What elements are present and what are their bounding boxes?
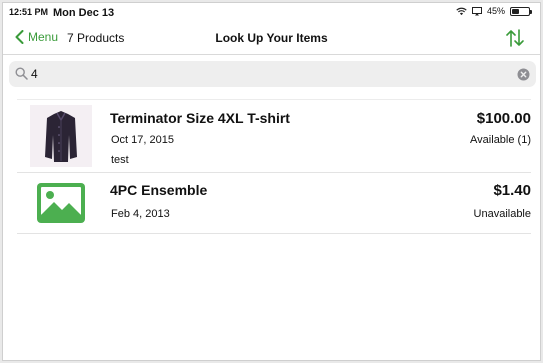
page-title: Look Up Your Items <box>215 31 328 45</box>
item-thumbnail <box>30 182 92 226</box>
item-availability: Available (1) <box>470 134 531 146</box>
list-item[interactable]: Terminator Size 4XL T-shirt Oct 17, 2015… <box>17 99 531 173</box>
item-availability: Unavailable <box>473 208 531 220</box>
battery-icon <box>510 6 532 16</box>
search-icon <box>15 67 28 80</box>
wifi-icon <box>456 7 467 15</box>
item-name: Terminator Size 4XL T-shirt <box>110 110 290 126</box>
item-price: $1.40 <box>493 182 531 199</box>
screen-mirroring-icon <box>471 6 482 15</box>
status-bar: 12:51 PM Mon Dec 13 45% <box>3 3 540 21</box>
status-time: 12:51 PM <box>9 7 49 17</box>
image-placeholder-icon <box>37 183 85 223</box>
app-window: 12:51 PM Mon Dec 13 45% Menu 7 Products … <box>2 2 541 361</box>
item-date: Feb 4, 2013 <box>111 208 170 220</box>
search-input[interactable] <box>31 64 511 84</box>
status-date: Mon Dec 13 <box>53 7 115 19</box>
sort-icon[interactable] <box>504 28 526 48</box>
clear-search-icon[interactable] <box>517 68 530 81</box>
item-note: test <box>111 154 129 166</box>
search-bar <box>9 61 536 87</box>
list-item[interactable]: 4PC Ensemble Feb 4, 2013 $1.40 Unavailab… <box>17 173 531 234</box>
item-name: 4PC Ensemble <box>110 182 208 198</box>
item-thumbnail <box>30 105 92 167</box>
item-list: Terminator Size 4XL T-shirt Oct 17, 2015… <box>17 99 531 234</box>
battery-percent: 45% <box>486 6 505 16</box>
item-date: Oct 17, 2015 <box>111 134 174 146</box>
jacket-photo <box>30 105 92 167</box>
item-price: $100.00 <box>476 110 531 127</box>
battery-fill <box>512 8 520 14</box>
navigation-bar: Menu 7 Products Look Up Your Items <box>3 21 540 55</box>
status-indicators: 45% <box>456 6 532 16</box>
